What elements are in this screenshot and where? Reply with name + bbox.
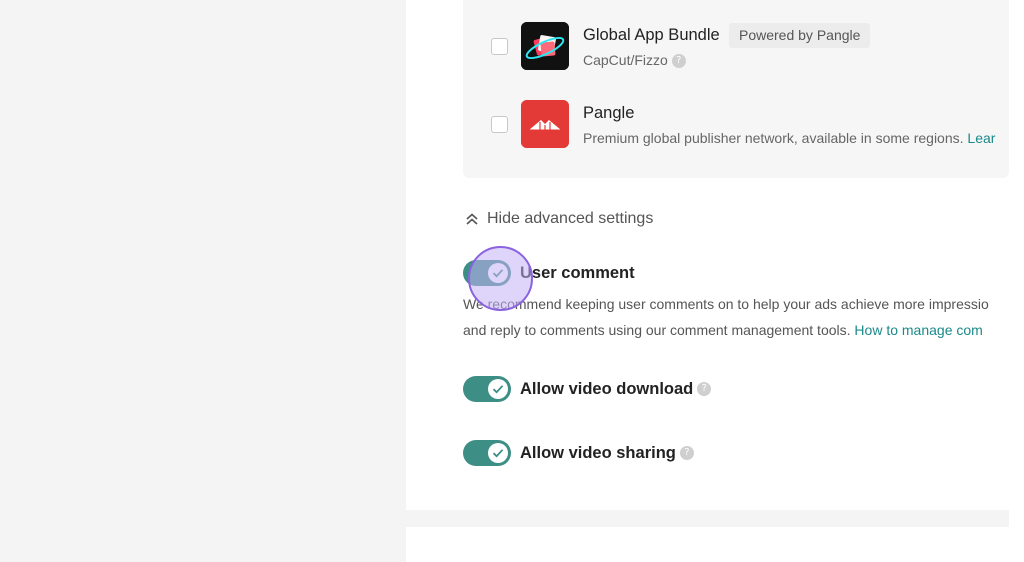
user-comment-desc-line2-text: and reply to comments using our comment … (463, 322, 851, 338)
user-comment-label: User comment (520, 263, 635, 282)
user-comment-desc-line2: and reply to comments using our comment … (463, 317, 1009, 343)
user-comment-switch[interactable] (463, 260, 511, 286)
switch-knob (488, 379, 508, 399)
video-download-label: Allow video download (520, 379, 694, 398)
switch-knob (488, 443, 508, 463)
video-sharing-label: Allow video sharing (520, 443, 676, 462)
check-icon (492, 385, 504, 394)
user-comment-row: User comment (463, 260, 635, 286)
advanced-settings-label: Hide advanced settings (487, 210, 654, 227)
placements-list: Global App Bundle Powered by Pangle CapC… (463, 0, 1009, 178)
placement-global-app-bundle[interactable]: Global App Bundle Powered by Pangle CapC… (463, 14, 1009, 74)
global-app-bundle-title: Global App Bundle (583, 26, 720, 44)
placement-pangle[interactable]: Pangle Premium global publisher network,… (463, 92, 1009, 152)
pangle-learn-more-link[interactable]: Lear (967, 130, 995, 146)
video-sharing-switch[interactable] (463, 440, 511, 466)
global-app-bundle-subtitle-text: CapCut/Fizzo (583, 52, 668, 68)
powered-by-badge: Powered by Pangle (729, 23, 871, 48)
left-gutter (0, 0, 406, 562)
global-app-bundle-checkbox[interactable] (491, 38, 508, 55)
user-comment-description: We recommend keeping user comments on to… (463, 291, 1009, 343)
pangle-title: Pangle (583, 104, 635, 122)
user-comment-desc-line1: We recommend keeping user comments on to… (463, 296, 989, 312)
manage-comments-link[interactable]: How to manage com (854, 322, 982, 338)
video-download-row: Allow video download ? (463, 376, 712, 402)
help-icon[interactable]: ? (679, 446, 694, 460)
settings-panel: Global App Bundle Powered by Pangle CapC… (406, 0, 1009, 510)
pangle-checkbox[interactable] (491, 116, 508, 133)
hide-advanced-settings-toggle[interactable]: Hide advanced settings (463, 207, 653, 231)
global-app-bundle-subtitle: CapCut/Fizzo? (583, 52, 686, 69)
right-edge (1009, 0, 1024, 562)
help-icon[interactable]: ? (671, 54, 686, 69)
video-sharing-row: Allow video sharing ? (463, 440, 694, 466)
next-section-panel (406, 527, 1009, 562)
switch-knob (488, 263, 508, 283)
pangle-subtitle-text: Premium global publisher network, availa… (583, 130, 964, 146)
help-icon[interactable]: ? (697, 382, 712, 396)
video-download-switch[interactable] (463, 376, 511, 402)
double-chevron-up-icon (466, 213, 478, 225)
pangle-subtitle: Premium global publisher network, availa… (583, 130, 995, 146)
global-app-bundle-logo-icon (521, 22, 569, 70)
check-icon (492, 269, 504, 278)
check-icon (492, 449, 504, 458)
pangle-logo-icon (521, 100, 569, 148)
